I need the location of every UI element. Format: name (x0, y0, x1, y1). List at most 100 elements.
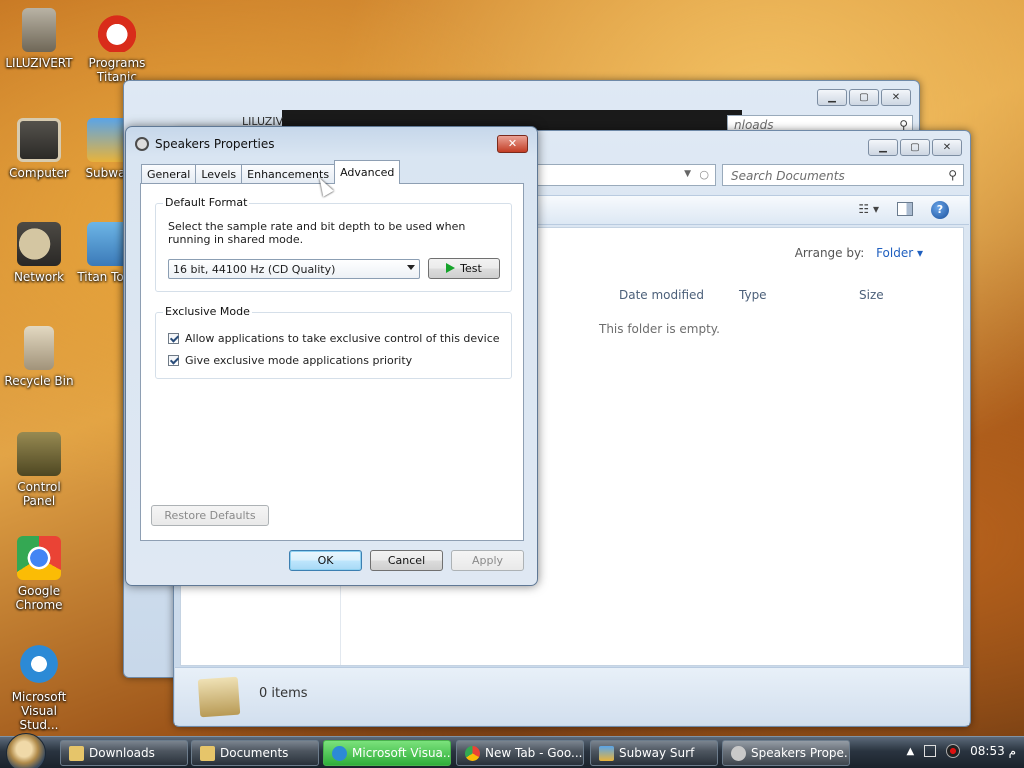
tab-advanced[interactable]: Advanced (334, 160, 401, 184)
refresh-icon[interactable]: ○ (699, 168, 709, 181)
cancel-button[interactable]: Cancel (370, 550, 443, 571)
preview-pane-icon[interactable] (897, 202, 913, 216)
network-icon (17, 222, 61, 266)
close-button[interactable]: ✕ (932, 139, 962, 156)
control-panel-icon (17, 432, 61, 476)
sample-rate-value: 16 bit, 44100 Hz (CD Quality) (173, 263, 336, 276)
taskbar-item-downloads[interactable]: Downloads (60, 740, 188, 766)
arrange-dropdown[interactable]: Folder ▾ (876, 246, 923, 260)
desktop-icon-label: Google Chrome (15, 584, 63, 612)
tab-levels[interactable]: Levels (195, 164, 243, 184)
desktop-icon-computer[interactable]: Computer (0, 118, 78, 180)
desktop-icon-label: Microsoft Visual Stud... (11, 690, 67, 732)
folder-icon (69, 746, 84, 761)
desktop-icon-programs[interactable]: Programs Titanic (78, 8, 156, 84)
checkbox-checked-icon[interactable] (168, 355, 179, 366)
taskbar-item-label: New Tab - Goo... (485, 746, 583, 760)
taskbar-item-documents[interactable]: Documents (191, 740, 319, 766)
arrange-label: Arrange by: (794, 246, 865, 260)
dialog-body: General Levels Enhancements Advanced Def… (135, 160, 527, 544)
search-placeholder: Search Documents (731, 169, 845, 183)
desktop-icon-visual-studio[interactable]: Microsoft Visual Stud... (0, 642, 78, 732)
view-options-icon[interactable]: ☷ ▾ (858, 202, 879, 216)
desktop-icon-label: LILUZIVERT (5, 56, 73, 70)
help-icon[interactable]: ? (931, 201, 949, 219)
desktop-icon-network[interactable]: Network (0, 222, 78, 284)
column-headers: Date modified Type Size (613, 286, 963, 306)
exclusive-priority-checkbox[interactable]: Give exclusive mode applications priorit… (168, 354, 412, 367)
taskbar-item-label: Subway Surf (619, 746, 695, 760)
speaker-icon (135, 137, 149, 151)
default-format-group: Default Format Select the sample rate an… (155, 196, 512, 292)
dialog-close-button[interactable]: ✕ (497, 135, 528, 153)
start-button[interactable] (6, 733, 46, 768)
system-tray: ▲ 08:53 م (906, 744, 1016, 758)
checkbox-label: Allow applications to take exclusive con… (185, 332, 500, 345)
record-tray-icon[interactable] (946, 744, 961, 758)
desktop-icon-chrome[interactable]: Google Chrome (0, 536, 78, 612)
speakers-properties-dialog[interactable]: Speakers Properties ✕ General Levels Enh… (125, 126, 538, 586)
test-button[interactable]: Test (428, 258, 500, 279)
desktop-icon-control-panel[interactable]: Control Panel (0, 432, 78, 508)
caption-buttons: ▁ ▢ ✕ (817, 89, 911, 106)
details-pane: 0 items (175, 667, 969, 725)
clock[interactable]: 08:53 م (970, 744, 1016, 758)
desktop-icon-liluzivert[interactable]: LILUZIVERT (0, 8, 78, 70)
speaker-icon (731, 746, 746, 761)
desktop-icon-label: Control Panel (17, 480, 61, 508)
programs-icon (95, 8, 139, 52)
minimize-button[interactable]: ▁ (868, 139, 898, 156)
chrome-icon (17, 536, 61, 580)
chevron-down-icon[interactable]: ▼ (684, 169, 691, 179)
empty-folder-message: This folder is empty. (599, 322, 720, 336)
subway-icon (599, 746, 614, 761)
play-icon (446, 263, 456, 273)
exclusive-mode-group: Exclusive Mode Allow applications to tak… (155, 305, 512, 379)
show-hidden-icons-icon[interactable]: ▲ (906, 746, 914, 757)
documents-search-input[interactable]: Search Documents ⚲ (722, 164, 964, 186)
column-type[interactable]: Type (739, 288, 767, 302)
desktop-icon-label: Computer (9, 166, 69, 180)
exclusive-mode-legend: Exclusive Mode (163, 305, 252, 318)
visual-studio-icon (17, 642, 61, 686)
close-button[interactable]: ✕ (881, 89, 911, 106)
default-format-legend: Default Format (163, 196, 250, 209)
maximize-button[interactable]: ▢ (849, 89, 879, 106)
taskbar-item-label: Speakers Prope... (751, 746, 850, 760)
checkbox-label: Give exclusive mode applications priorit… (185, 354, 413, 367)
allow-exclusive-control-checkbox[interactable]: Allow applications to take exclusive con… (168, 332, 500, 345)
folder-icon (200, 746, 215, 761)
restore-defaults-button[interactable]: Restore Defaults (151, 505, 269, 526)
desktop-icon-recycle-bin[interactable]: Recycle Bin (0, 326, 78, 388)
visual-studio-icon (332, 746, 347, 761)
search-icon: ⚲ (948, 168, 957, 182)
advanced-tab-panel: Default Format Select the sample rate an… (140, 183, 524, 541)
documents-folder-icon (197, 676, 241, 718)
taskbar: Downloads Documents Microsoft Visua... N… (0, 733, 1024, 768)
taskbar-item-visual-studio[interactable]: Microsoft Visua... (323, 740, 451, 766)
recycle-bin-icon (24, 326, 54, 370)
test-label: Test (460, 262, 482, 275)
column-size[interactable]: Size (859, 288, 884, 302)
tab-strip: General Levels Enhancements Advanced (141, 160, 401, 184)
taskbar-item-label: Downloads (89, 746, 155, 760)
minimize-button[interactable]: ▁ (817, 89, 847, 106)
item-count: 0 items (259, 686, 308, 701)
ok-button[interactable]: OK (289, 550, 362, 571)
maximize-button[interactable]: ▢ (900, 139, 930, 156)
checkbox-checked-icon[interactable] (168, 333, 179, 344)
chevron-down-icon (407, 265, 415, 270)
desktop-icon-label: Network (13, 270, 65, 284)
taskbar-item-chrome[interactable]: New Tab - Goo... (456, 740, 584, 766)
taskbar-item-subway-surf[interactable]: Subway Surf (590, 740, 718, 766)
column-date-modified[interactable]: Date modified (619, 288, 704, 302)
chrome-icon (465, 746, 480, 761)
taskbar-item-label: Microsoft Visua... (352, 746, 451, 760)
network-tray-icon[interactable] (924, 745, 937, 757)
taskbar-item-speakers-properties[interactable]: Speakers Prope... (722, 740, 850, 766)
sample-rate-select[interactable]: 16 bit, 44100 Hz (CD Quality) (168, 259, 420, 279)
tab-general[interactable]: General (141, 164, 197, 184)
apply-button[interactable]: Apply (451, 550, 524, 571)
desktop-icon-label: Recycle Bin (4, 374, 74, 388)
computer-icon (17, 118, 61, 162)
